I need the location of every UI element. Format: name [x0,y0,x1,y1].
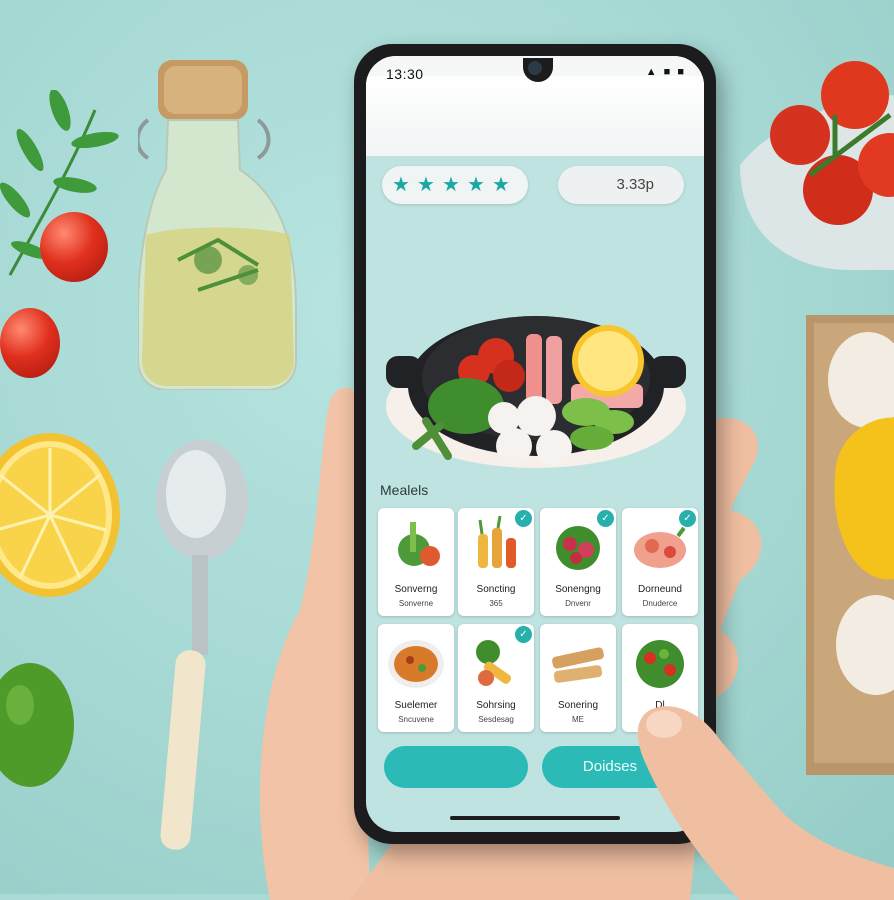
count-pill[interactable]: 3.33p [558,166,684,204]
favorite-badge-icon[interactable]: ✓ [515,626,532,643]
meal-card-title: Sonverng [394,584,438,595]
primary-button[interactable] [384,746,528,788]
meal-card-title: Dorneund [638,584,682,595]
meal-card-subtitle: Dnvenr [565,599,591,608]
section-title: Mealels [380,482,429,498]
meal-card-subtitle: Sncuvene [398,715,434,724]
meal-card-title: Sonering [557,700,599,711]
lemon-half [0,433,120,597]
meal-card-subtitle: Sonverne [398,599,434,608]
meal-card[interactable]: ✓ Sohrsing Sesdesag [458,624,534,732]
meal-image [388,640,444,688]
hero-dish-image [386,316,686,468]
meal-card-subtitle: 365 [489,599,503,608]
meal-card-subtitle: Sesdesag [478,715,514,724]
camera-icon [528,61,542,75]
meal-card[interactable]: Sonverng Sonverne [378,508,454,616]
meal-card-title: Sohrsing [476,700,516,711]
meal-card[interactable]: Sonering ME [540,624,616,732]
rating-pill[interactable]: ★ ★ ★ ★ ★ [382,166,528,204]
status-time: 13:30 [386,66,424,82]
meal-card[interactable]: ✓ Dorneund Dnuderce [622,508,698,616]
tomato [0,308,60,378]
pointing-finger [637,706,894,900]
home-indicator [450,816,620,820]
meal-image [398,522,440,566]
meal-image [552,647,604,683]
meal-card[interactable]: ✓ Sonengng Dnvenr [540,508,616,616]
meal-card-subtitle: ME [572,715,584,724]
meal-image [636,640,684,688]
star-icon: ★ [392,174,410,196]
status-icons: ▲ ■ ■ [645,66,686,78]
meal-card-title: Soncting [476,584,516,595]
star-icon: ★ [417,174,435,196]
tomato-bowl [740,61,894,270]
tomato [40,212,108,282]
star-icon: ★ [492,174,510,196]
meal-card-subtitle: Dnuderce [642,599,678,608]
meal-card[interactable]: ✓ Soncting 365 [458,508,534,616]
favorite-badge-icon[interactable]: ✓ [679,510,696,527]
oil-bottle [138,60,297,390]
meal-card-title: Suelemer [394,700,438,711]
header-banner [366,76,704,156]
favorite-badge-icon[interactable]: ✓ [597,510,614,527]
meal-card[interactable]: Suelemer Sncuvene [378,624,454,732]
star-icon: ★ [467,174,485,196]
star-icon: ★ [442,174,460,196]
favorite-badge-icon[interactable]: ✓ [515,510,532,527]
lime [0,663,74,787]
count-value: 3.33p [616,176,654,193]
meal-card-title: Sonengng [555,584,601,595]
